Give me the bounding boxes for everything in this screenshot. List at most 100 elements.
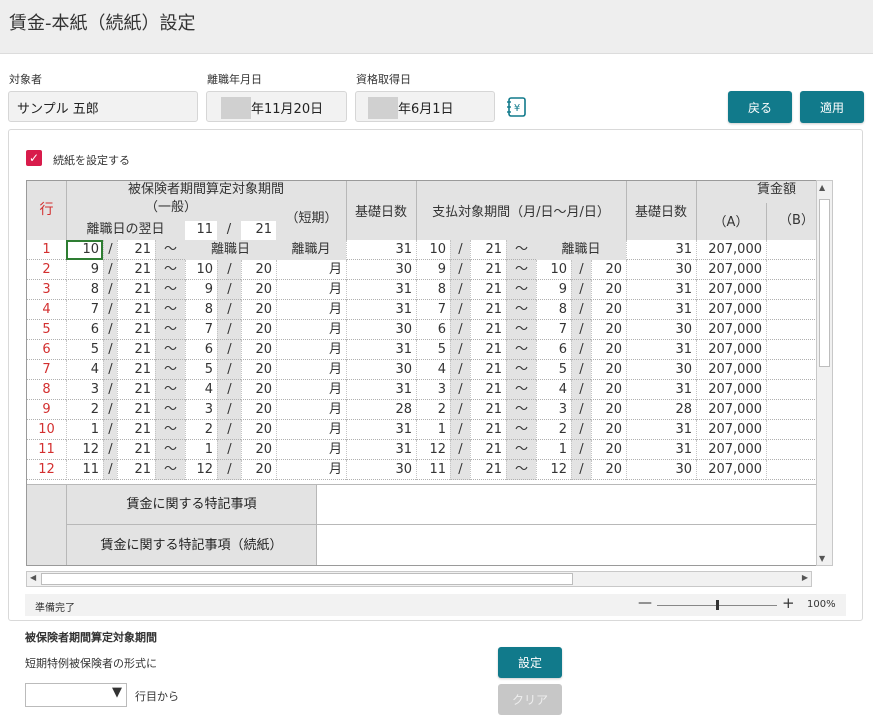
cell-short-month[interactable]: 月 <box>276 460 346 480</box>
cell-wage-b[interactable] <box>766 320 817 340</box>
cell-pay-to-day[interactable]: 20 <box>591 460 626 480</box>
cell-pay-from-month[interactable]: 1 <box>416 420 450 440</box>
cell-pay-from-day[interactable]: 21 <box>470 280 506 300</box>
cell-from-month[interactable]: 10 <box>66 240 103 260</box>
cell-pay-from-month[interactable]: 4 <box>416 360 450 380</box>
cell-from-day[interactable]: 21 <box>117 260 155 280</box>
cell-wage-a[interactable]: 207,000 <box>696 380 766 400</box>
cell-to-day[interactable]: 20 <box>241 260 276 280</box>
cell-from-month[interactable]: 9 <box>66 260 103 280</box>
cell-pay-from-day[interactable]: 21 <box>470 300 506 320</box>
cell-wage-b[interactable] <box>766 380 817 400</box>
cell-wage-b[interactable] <box>766 460 817 480</box>
cell-to-month[interactable]: 10 <box>185 260 217 280</box>
cell-short-month[interactable]: 月 <box>276 280 346 300</box>
cell-to-month[interactable]: 4 <box>185 380 217 400</box>
cell-to-month[interactable]: 5 <box>185 360 217 380</box>
cell-pay-to-month[interactable]: 9 <box>536 280 571 300</box>
clear-button[interactable]: クリア <box>498 684 562 715</box>
cell-from-day[interactable]: 21 <box>117 440 155 460</box>
cell-pay-from-day[interactable]: 21 <box>470 400 506 420</box>
cell-pay-from-day[interactable]: 21 <box>470 360 506 380</box>
cell-from-month[interactable]: 5 <box>66 340 103 360</box>
cell-pay-to-day[interactable]: 20 <box>591 440 626 460</box>
back-button[interactable]: 戻る <box>728 91 792 123</box>
cell-to-day[interactable]: 20 <box>241 340 276 360</box>
cell-base-days[interactable]: 30 <box>346 320 416 340</box>
horizontal-scroll-thumb[interactable] <box>41 573 573 585</box>
cell-from-month[interactable]: 11 <box>66 460 103 480</box>
cell-pay-from-month[interactable]: 12 <box>416 440 450 460</box>
cell-base-days[interactable]: 31 <box>346 440 416 460</box>
cell-wage-b[interactable] <box>766 280 817 300</box>
cell-from-day[interactable]: 21 <box>117 420 155 440</box>
cell-pay-to-month[interactable]: 5 <box>536 360 571 380</box>
horizontal-scrollbar[interactable]: ◀ ▶ <box>26 571 812 587</box>
cell-to-day[interactable]: 20 <box>241 380 276 400</box>
cell-from-day[interactable]: 21 <box>117 340 155 360</box>
cell-base-days[interactable]: 31 <box>346 340 416 360</box>
cell-pay-base-days[interactable]: 30 <box>626 360 696 380</box>
cell-to-month[interactable]: 8 <box>185 300 217 320</box>
cell-from-month[interactable]: 4 <box>66 360 103 380</box>
next-day-month-input[interactable]: 11 <box>185 221 217 240</box>
cell-base-days[interactable]: 30 <box>346 360 416 380</box>
cell-pay-to-day[interactable]: 20 <box>591 260 626 280</box>
cell-from-day[interactable]: 21 <box>117 240 155 260</box>
cell-to-month[interactable]: 6 <box>185 340 217 360</box>
cell-pay-to-day[interactable]: 20 <box>591 380 626 400</box>
cell-pay-to-month[interactable]: 10 <box>536 260 571 280</box>
cell-pay-from-month[interactable]: 8 <box>416 280 450 300</box>
cell-base-days[interactable]: 31 <box>346 280 416 300</box>
cell-pay-from-month[interactable]: 2 <box>416 400 450 420</box>
cell-short-month[interactable]: 月 <box>276 340 346 360</box>
cell-pay-to-day[interactable]: 20 <box>591 420 626 440</box>
cell-to-month[interactable]: 7 <box>185 320 217 340</box>
qualify-date-field[interactable]: 年6月1日 <box>355 91 495 122</box>
cell-to-day[interactable]: 20 <box>241 420 276 440</box>
cell-base-days[interactable]: 30 <box>346 260 416 280</box>
cell-pay-to-day[interactable]: 20 <box>591 340 626 360</box>
cell-from-day[interactable]: 21 <box>117 300 155 320</box>
cell-pay-to-month[interactable]: 6 <box>536 340 571 360</box>
cell-from-day[interactable]: 21 <box>117 460 155 480</box>
cell-wage-a[interactable]: 207,000 <box>696 280 766 300</box>
cell-to-day[interactable]: 20 <box>241 300 276 320</box>
cell-to-day[interactable]: 20 <box>241 460 276 480</box>
cell-wage-a[interactable]: 207,000 <box>696 400 766 420</box>
cell-pay-to-month[interactable]: 7 <box>536 320 571 340</box>
cell-to-day[interactable]: 20 <box>241 360 276 380</box>
cell-from-day[interactable]: 21 <box>117 280 155 300</box>
cell-short-month[interactable]: 月 <box>276 360 346 380</box>
cell-to-month[interactable]: 3 <box>185 400 217 420</box>
cell-wage-a[interactable]: 207,000 <box>696 420 766 440</box>
cell-wage-b[interactable] <box>766 440 817 460</box>
cell-pay-from-day[interactable]: 21 <box>470 420 506 440</box>
cell-from-day[interactable]: 21 <box>117 400 155 420</box>
cell-wage-a[interactable]: 207,000 <box>696 240 766 260</box>
cell-to-day[interactable]: 20 <box>241 320 276 340</box>
cell-pay-from-day[interactable]: 21 <box>470 260 506 280</box>
cell-pay-from-month[interactable]: 5 <box>416 340 450 360</box>
cell-short-month[interactable]: 月 <box>276 440 346 460</box>
cell-pay-from-day[interactable]: 21 <box>470 380 506 400</box>
cell-wage-a[interactable]: 207,000 <box>696 300 766 320</box>
cell-from-month[interactable]: 8 <box>66 280 103 300</box>
cell-pay-base-days[interactable]: 30 <box>626 460 696 480</box>
cell-pay-to-month[interactable]: 3 <box>536 400 571 420</box>
cell-pay-base-days[interactable]: 31 <box>626 340 696 360</box>
cell-to-day[interactable]: 20 <box>241 400 276 420</box>
apply-button[interactable]: 適用 <box>800 91 864 123</box>
vertical-scrollbar[interactable]: ▲ ▼ <box>816 180 833 566</box>
cell-wage-a[interactable]: 207,000 <box>696 320 766 340</box>
cell-pay-from-month[interactable]: 9 <box>416 260 450 280</box>
cell-pay-base-days[interactable]: 31 <box>626 280 696 300</box>
cell-to-day[interactable]: 20 <box>241 440 276 460</box>
cell-from-day[interactable]: 21 <box>117 380 155 400</box>
cell-short-month[interactable]: 月 <box>276 420 346 440</box>
cell-wage-a[interactable]: 207,000 <box>696 260 766 280</box>
cell-wage-b[interactable] <box>766 340 817 360</box>
scroll-down-icon[interactable]: ▼ <box>819 554 825 563</box>
cell-from-month[interactable]: 2 <box>66 400 103 420</box>
scroll-right-icon[interactable]: ▶ <box>802 573 808 582</box>
